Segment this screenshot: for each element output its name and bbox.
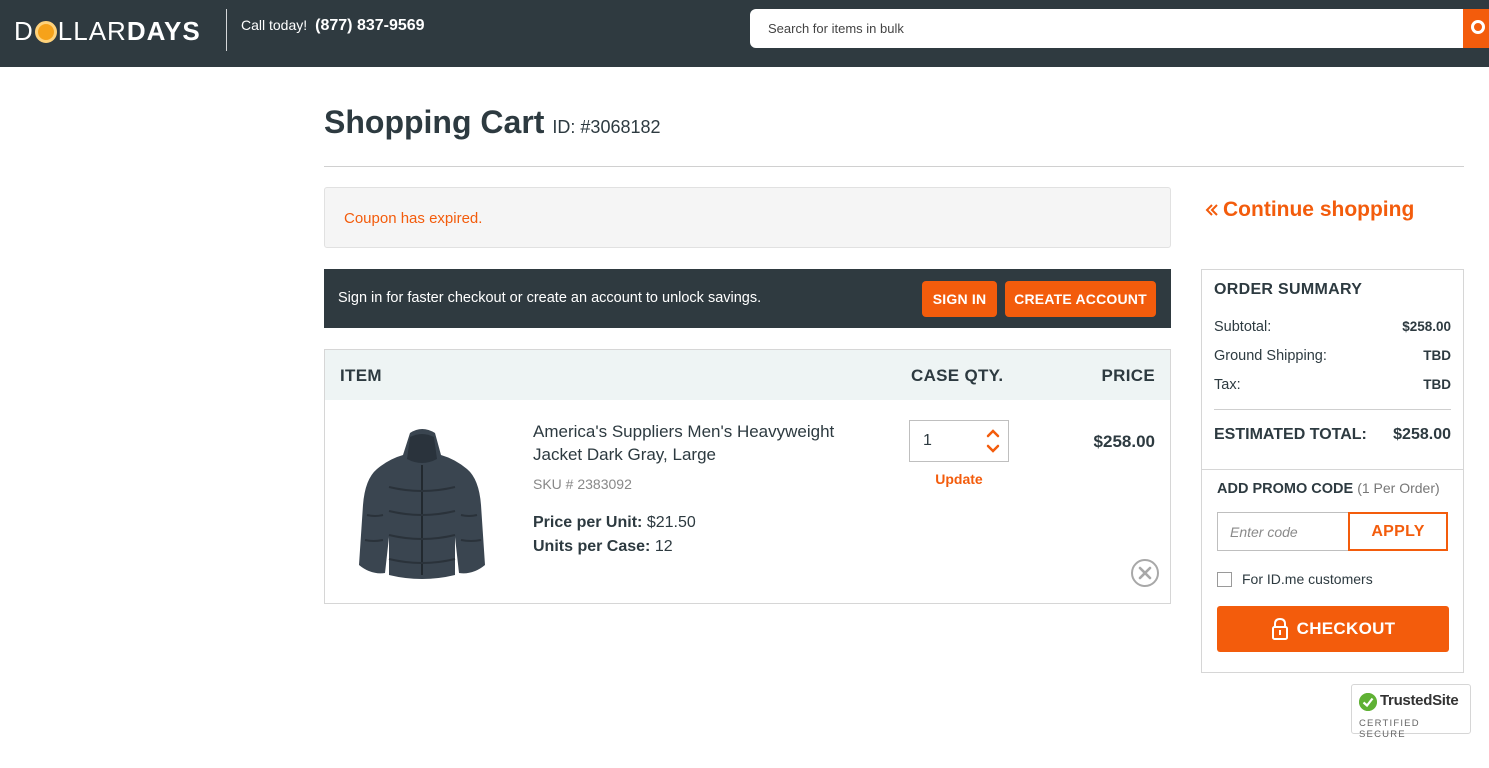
search-input[interactable] bbox=[750, 9, 1464, 48]
idme-label: For ID.me customers bbox=[1242, 571, 1373, 587]
create-account-button[interactable]: CREATE ACCOUNT bbox=[1005, 281, 1156, 317]
logo-letters-days: DAYS bbox=[126, 15, 201, 46]
apply-promo-button[interactable]: APPLY bbox=[1348, 512, 1448, 551]
units-per-case-value: 12 bbox=[654, 538, 673, 555]
quantity-input[interactable] bbox=[910, 421, 980, 461]
estimated-total-label: ESTIMATED TOTAL: bbox=[1214, 426, 1367, 443]
update-link[interactable]: Update bbox=[909, 471, 1009, 487]
shipping-label: Ground Shipping: bbox=[1214, 348, 1327, 364]
phone-number[interactable]: (877) 837-9569 bbox=[315, 17, 424, 35]
shipping-value: TBD bbox=[1423, 348, 1451, 363]
dollardays-logo[interactable]: D LLAR DAYS bbox=[14, 14, 201, 48]
continue-shopping-label: Continue shopping bbox=[1223, 198, 1415, 221]
column-header-qty: CASE QTY. bbox=[911, 366, 1004, 385]
signin-bar: Sign in for faster checkout or create an… bbox=[324, 269, 1171, 328]
tax-row: Tax: TBD bbox=[1214, 377, 1451, 393]
idme-checkbox[interactable] bbox=[1217, 571, 1232, 587]
subtotal-value: $258.00 bbox=[1402, 319, 1451, 334]
jacket-product-image[interactable] bbox=[355, 425, 490, 580]
tax-value: TBD bbox=[1423, 377, 1451, 392]
sign-in-button[interactable]: SIGN IN bbox=[922, 281, 997, 317]
checkout-button[interactable]: CHECKOUT bbox=[1217, 606, 1449, 652]
column-header-item: ITEM bbox=[340, 366, 382, 385]
quantity-stepper[interactable] bbox=[909, 420, 1009, 462]
search-icon bbox=[1471, 20, 1485, 34]
tax-label: Tax: bbox=[1214, 377, 1241, 393]
logo-letter-d: D bbox=[14, 15, 34, 46]
promo-code-input[interactable] bbox=[1217, 512, 1349, 551]
product-sku: SKU # 2383092 bbox=[533, 476, 632, 492]
site-header: D LLAR DAYS Call today! (877) 837-9569 bbox=[0, 0, 1489, 67]
trustedsite-name: TrustedSite bbox=[1380, 692, 1459, 709]
trustedsite-tagline: CERTIFIED SECURE bbox=[1359, 718, 1420, 740]
call-label: Call today! bbox=[241, 17, 308, 33]
estimated-total-value: $258.00 bbox=[1393, 426, 1451, 443]
cart-id: ID: #3068182 bbox=[552, 117, 661, 137]
order-summary: ORDER SUMMARY Subtotal: $258.00 Ground S… bbox=[1201, 269, 1464, 673]
call-today: Call today! (877) 837-9569 bbox=[241, 17, 425, 35]
double-chevron-left-icon bbox=[1205, 204, 1218, 216]
promo-code-label: ADD PROMO CODE (1 Per Order) bbox=[1217, 480, 1440, 497]
logo-letters-llar: LLAR bbox=[57, 15, 127, 46]
page-title-row: Shopping Cart ID: #3068182 bbox=[324, 104, 661, 141]
cart-table: ITEM CASE QTY. PRICE America's Suppliers… bbox=[324, 349, 1171, 604]
header-divider bbox=[226, 9, 227, 51]
price-per-unit-label: Price per Unit: bbox=[533, 514, 643, 531]
idme-option[interactable]: For ID.me customers bbox=[1217, 571, 1373, 587]
subtotal-row: Subtotal: $258.00 bbox=[1214, 319, 1451, 335]
order-summary-title: ORDER SUMMARY bbox=[1214, 281, 1363, 298]
promo-code-title: ADD PROMO CODE bbox=[1217, 481, 1354, 497]
summary-divider bbox=[1214, 409, 1451, 410]
cart-table-header: ITEM CASE QTY. PRICE bbox=[325, 350, 1170, 400]
checkout-label: CHECKOUT bbox=[1296, 619, 1396, 638]
lock-icon bbox=[1271, 617, 1288, 640]
promo-code-note: (1 Per Order) bbox=[1357, 480, 1440, 496]
page-title: Shopping Cart bbox=[324, 104, 545, 140]
units-per-case-label: Units per Case: bbox=[533, 538, 651, 555]
remove-item-icon[interactable] bbox=[1130, 558, 1160, 588]
sun-logo-icon bbox=[34, 21, 57, 43]
continue-shopping-link[interactable]: Continue shopping bbox=[1205, 198, 1414, 222]
trustedsite-badge[interactable]: TrustedSite CERTIFIED SECURE bbox=[1351, 684, 1471, 740]
coupon-alert-message: Coupon has expired. bbox=[344, 210, 483, 227]
price-per-unit: Price per Unit: $21.50 bbox=[533, 514, 696, 532]
search-button[interactable] bbox=[1463, 9, 1489, 48]
shipping-row: Ground Shipping: TBD bbox=[1214, 348, 1451, 364]
title-divider bbox=[324, 166, 1464, 167]
stepper-arrows-icon[interactable] bbox=[986, 427, 1000, 455]
trusted-check-icon bbox=[1359, 693, 1377, 711]
summary-section-divider bbox=[1202, 469, 1463, 470]
row-price: $258.00 bbox=[1093, 432, 1155, 451]
price-per-unit-value: $21.50 bbox=[646, 514, 696, 531]
column-header-price: PRICE bbox=[1101, 366, 1155, 385]
coupon-alert: Coupon has expired. bbox=[324, 187, 1171, 248]
subtotal-label: Subtotal: bbox=[1214, 319, 1272, 335]
estimated-total-row: ESTIMATED TOTAL: $258.00 bbox=[1214, 426, 1451, 444]
signin-bar-message: Sign in for faster checkout or create an… bbox=[338, 290, 762, 306]
product-name[interactable]: America's Suppliers Men's Heavyweight Ja… bbox=[533, 420, 863, 466]
units-per-case: Units per Case: 12 bbox=[533, 538, 673, 556]
